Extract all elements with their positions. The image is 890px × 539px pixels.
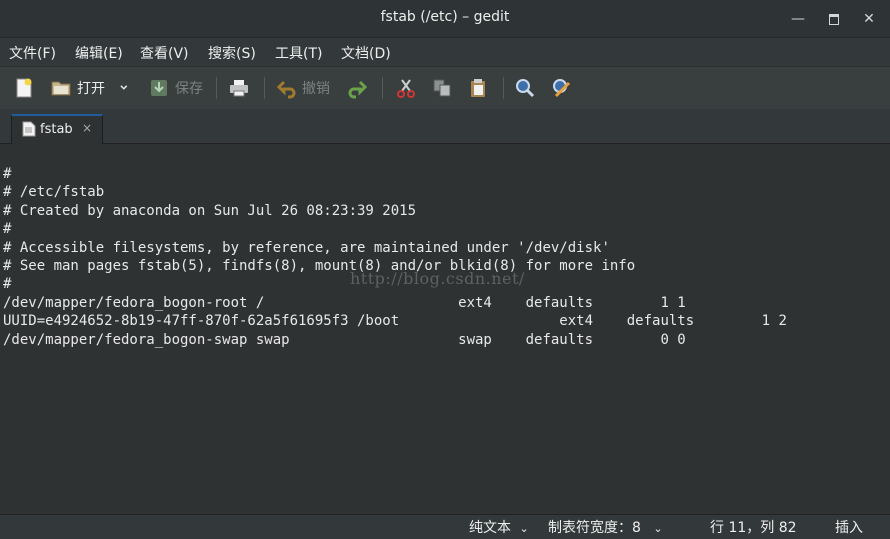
chevron-down-icon: ⌄: [653, 522, 663, 535]
editor-line[interactable]: #: [3, 165, 787, 183]
open-recent-dropdown[interactable]: [118, 75, 134, 101]
chevron-down-icon: ⌄: [519, 522, 529, 535]
close-icon: ✕: [863, 11, 875, 27]
undo-button[interactable]: 撤销: [276, 75, 330, 101]
tab-fstab[interactable]: fstab ×: [11, 114, 103, 144]
gedit-window: fstab (/etc) – gedit — ✕ 文件(F) 编辑(E) 查看(…: [0, 0, 890, 539]
redo-icon: [348, 80, 368, 99]
find-replace-icon: [553, 79, 571, 98]
editor-line[interactable]: #: [3, 220, 787, 238]
window-title: fstab (/etc) – gedit: [380, 9, 510, 25]
editor-line[interactable]: # Created by anaconda on Sun Jul 26 08:2…: [3, 202, 787, 220]
print-button[interactable]: [228, 75, 250, 101]
clipboard-icon: [471, 79, 485, 97]
search-icon: [516, 79, 535, 98]
menu-documents[interactable]: 文档(D): [341, 43, 391, 63]
printer-icon: [230, 80, 248, 97]
save-icon: [151, 80, 167, 96]
toolbar-separator: [264, 77, 265, 99]
tab-close-button[interactable]: ×: [82, 121, 92, 135]
save-label: 保存: [175, 81, 203, 97]
save-button[interactable]: 保存: [148, 75, 203, 101]
copy-icon: [433, 79, 451, 97]
menu-bar: 文件(F) 编辑(E) 查看(V) 搜索(S) 工具(T) 文档(D): [0, 38, 890, 66]
toolbar-separator: [382, 77, 383, 99]
find-replace-button[interactable]: [551, 75, 573, 101]
paste-button[interactable]: [467, 75, 489, 101]
undo-label: 撤销: [302, 81, 330, 97]
folder-open-icon: [51, 81, 71, 96]
cut-button[interactable]: [395, 75, 417, 101]
scissors-icon: [397, 79, 415, 98]
maximize-icon: [829, 14, 839, 25]
title-bar: fstab (/etc) – gedit — ✕: [0, 0, 890, 38]
watermark: http://blog.csdn.net/: [350, 269, 525, 288]
editor-line[interactable]: /dev/mapper/fedora_bogon-root / ext4 def…: [3, 294, 787, 312]
editor-line[interactable]: UUID=e4924652-8b19-47ff-870f-62a5f61695f…: [3, 312, 787, 330]
editor-line[interactable]: /dev/mapper/fedora_bogon-swap swap swap …: [3, 331, 787, 349]
cursor-position: 行 11，列 82: [710, 520, 797, 536]
text-file-icon: [22, 121, 36, 137]
editor-line[interactable]: # Accessible filesystems, by reference, …: [3, 239, 787, 257]
close-window-button[interactable]: ✕: [860, 10, 878, 28]
menu-file[interactable]: 文件(F): [9, 43, 56, 63]
find-button[interactable]: [514, 75, 536, 101]
insert-mode: 插入: [835, 520, 863, 536]
menu-search[interactable]: 搜索(S): [208, 43, 256, 63]
new-document-button[interactable]: [13, 75, 35, 101]
toolbar: 打开 保存 撤销: [0, 66, 890, 110]
editor-line[interactable]: # /etc/fstab: [3, 183, 787, 201]
tab-label: fstab: [40, 122, 73, 137]
open-label: 打开: [77, 81, 105, 97]
chevron-down-icon: [120, 85, 128, 90]
tab-width-selector[interactable]: 制表符宽度：8 ⌄: [548, 517, 663, 537]
undo-icon: [276, 80, 296, 99]
menu-tools[interactable]: 工具(T): [275, 43, 322, 63]
copy-button[interactable]: [431, 75, 453, 101]
menu-view[interactable]: 查看(V): [140, 43, 189, 63]
maximize-button[interactable]: [825, 10, 843, 28]
language-selector[interactable]: 纯文本 ⌄: [469, 517, 529, 537]
toolbar-separator: [216, 77, 217, 99]
redo-button[interactable]: [346, 75, 368, 101]
status-bar: 纯文本 ⌄ 制表符宽度：8 ⌄ 行 11，列 82 插入: [0, 514, 890, 539]
open-button[interactable]: 打开: [50, 75, 105, 101]
minimize-button[interactable]: —: [789, 10, 807, 28]
editor-content[interactable]: # # /etc/fstab # Created by anaconda on Su…: [3, 165, 787, 349]
new-document-icon: [16, 78, 32, 98]
language-label: 纯文本: [469, 520, 511, 536]
toolbar-separator: [503, 77, 504, 99]
tab-width-label: 制表符宽度：8: [548, 520, 641, 536]
text-editor[interactable]: # # /etc/fstab # Created by anaconda on Su…: [0, 144, 890, 514]
menu-edit[interactable]: 编辑(E): [75, 43, 123, 63]
minimize-icon: —: [791, 11, 805, 27]
document-tabs: fstab ×: [0, 109, 890, 144]
